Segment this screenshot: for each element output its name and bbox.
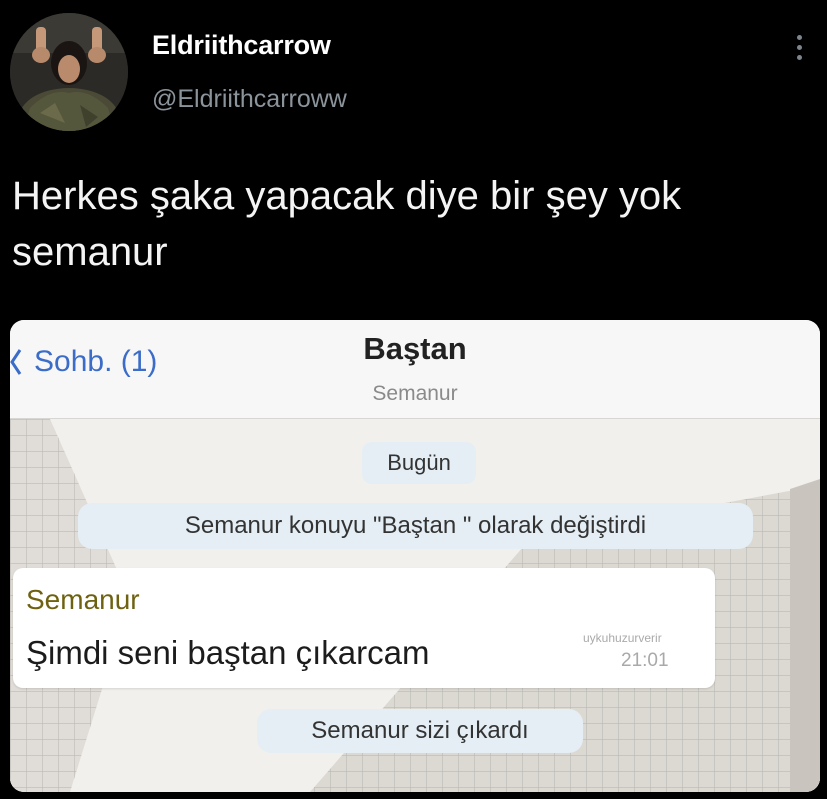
display-name[interactable]: Eldriithcarrow xyxy=(152,30,331,61)
tweet-header: Eldriithcarrow @Eldriithcarroww xyxy=(0,0,827,140)
date-separator: Bugün xyxy=(362,442,476,484)
user-handle[interactable]: @Eldriithcarroww xyxy=(152,85,347,114)
system-message-subject-changed: Semanur konuyu "Baştan " olarak değiştir… xyxy=(78,503,753,549)
message-sender: Semanur xyxy=(26,584,140,615)
chat-subtitle: Semanur xyxy=(372,382,458,405)
chat-header: Sohb. (1) Baştan Semanur xyxy=(10,320,820,419)
tweet-text: Herkes şaka yapacak diye bir şey yok sem… xyxy=(12,174,682,274)
more-vertical-icon[interactable] xyxy=(793,33,807,63)
message-text: Şimdi seni baştan çıkarcam xyxy=(26,634,430,671)
message-timestamp: 21:01 xyxy=(621,650,669,671)
message-bubble[interactable]: Semanur Şimdi seni baştan çıkarcam uykuh… xyxy=(13,568,715,688)
system-message-removed: Semanur sizi çıkardı xyxy=(257,709,583,753)
watermark: uykuhuzurverir xyxy=(583,631,662,645)
chat-screenshot-image: Sohb. (1) Baştan Semanur Bugün Semanur k… xyxy=(10,320,820,792)
avatar[interactable] xyxy=(10,13,128,131)
chat-title: Baştan xyxy=(363,331,467,366)
